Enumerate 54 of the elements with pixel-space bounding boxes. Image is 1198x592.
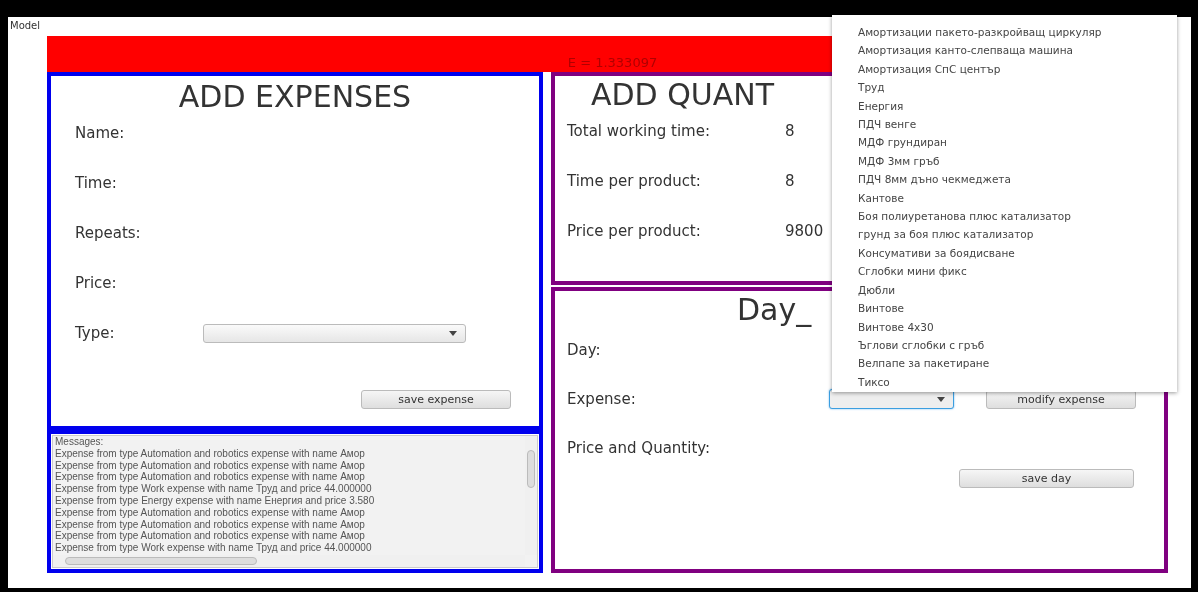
message-line: Expense from type Automation and robotics expense with name Амор (55, 459, 366, 472)
field-label: Type: (75, 324, 116, 342)
menu-item[interactable]: Винтове (858, 299, 905, 318)
menu-item[interactable]: Дюбли (858, 280, 896, 300)
message-line: Expense from type Automation and robotics expense with name Амор (55, 471, 366, 484)
menu-item[interactable]: Тиксо (858, 372, 890, 392)
menu-item[interactable]: Ъглови сглобки с гръб (858, 335, 985, 355)
menu-item[interactable]: ПДЧ венге (858, 115, 917, 134)
menu-item[interactable]: Кантове (858, 188, 904, 208)
menu-item[interactable]: Боя полиуретанова плюс катализатор (858, 207, 1071, 226)
field-label: Time per product: (567, 172, 702, 190)
field-label: Total working time: (567, 122, 711, 140)
message-line: Expense from type Automation and robotics expense with name Амор (55, 530, 366, 543)
field-label: Price per product: (567, 222, 702, 240)
field-label: Day: (567, 341, 601, 359)
menu-item[interactable]: Амортизация канто-слепваща машина (858, 41, 1073, 60)
field-label: Expense: (567, 390, 637, 408)
menu-item[interactable]: Енергия (858, 96, 904, 116)
menu-item[interactable]: грунд за боя плюс катализатор (858, 225, 1034, 244)
type-dropdown[interactable] (203, 323, 466, 343)
message-line: Expense from type Automation and robotics expense with name Амор (55, 518, 366, 531)
field-label: Name: (75, 124, 126, 142)
menu-item[interactable]: Амортизация СпС център (858, 59, 1001, 79)
panel-title: Day_ (736, 293, 812, 327)
menu-item[interactable]: Винтове 4х30 (858, 317, 934, 336)
messages-label: Messages: (55, 436, 105, 448)
message-line: Expense from type Work expense with name Труд and price 44.000000 (55, 483, 373, 495)
caret-icon (449, 330, 457, 336)
field-value: 8 (785, 122, 795, 140)
menu-item[interactable]: МДФ 3мм гръб (858, 151, 940, 171)
menu-item[interactable]: Консумативи за боядисване (858, 243, 1015, 263)
menu-item[interactable]: Сглобки мини фикс (858, 262, 967, 281)
save-expense-button[interactable]: save expense (361, 390, 511, 409)
field-label: Repeats: (75, 224, 142, 242)
message-line: Expense from type Energy expense with name Енергия and price 3.580 (55, 495, 376, 507)
field-label: Time: (75, 174, 118, 192)
menu-item[interactable]: МДФ грундиран (858, 133, 947, 152)
message-line: Expense from type Automation and robotics expense with name Амор (55, 447, 366, 460)
field-label: Price: (75, 274, 118, 292)
menu-item[interactable]: Велпапе за пакетиране (858, 354, 990, 373)
status-text: E = 1.333097 (567, 55, 658, 70)
field-label: Price and Quantity: (567, 439, 711, 457)
field-value: 9800 (785, 222, 824, 240)
caret-icon (937, 396, 945, 402)
menu-item[interactable]: Амортизации пакето-разкройващ циркуляр (858, 23, 1102, 42)
panel-title: ADD QUANT (590, 78, 775, 112)
save-day-button[interactable]: save day (959, 469, 1134, 488)
message-line: Expense from type Work expense with name Труд and price 44.000000 (55, 542, 373, 554)
panel-title: ADD EXPENSES (177, 80, 413, 114)
field-value: 8 (785, 172, 795, 190)
window-title: Model (10, 20, 41, 31)
message-line: Expense from type Automation and robotics expense with name Амор (55, 506, 366, 519)
menu-item[interactable]: Труд (858, 78, 885, 97)
menu-item[interactable]: ПДЧ 8мм дъно чекмеджета (858, 170, 1011, 189)
